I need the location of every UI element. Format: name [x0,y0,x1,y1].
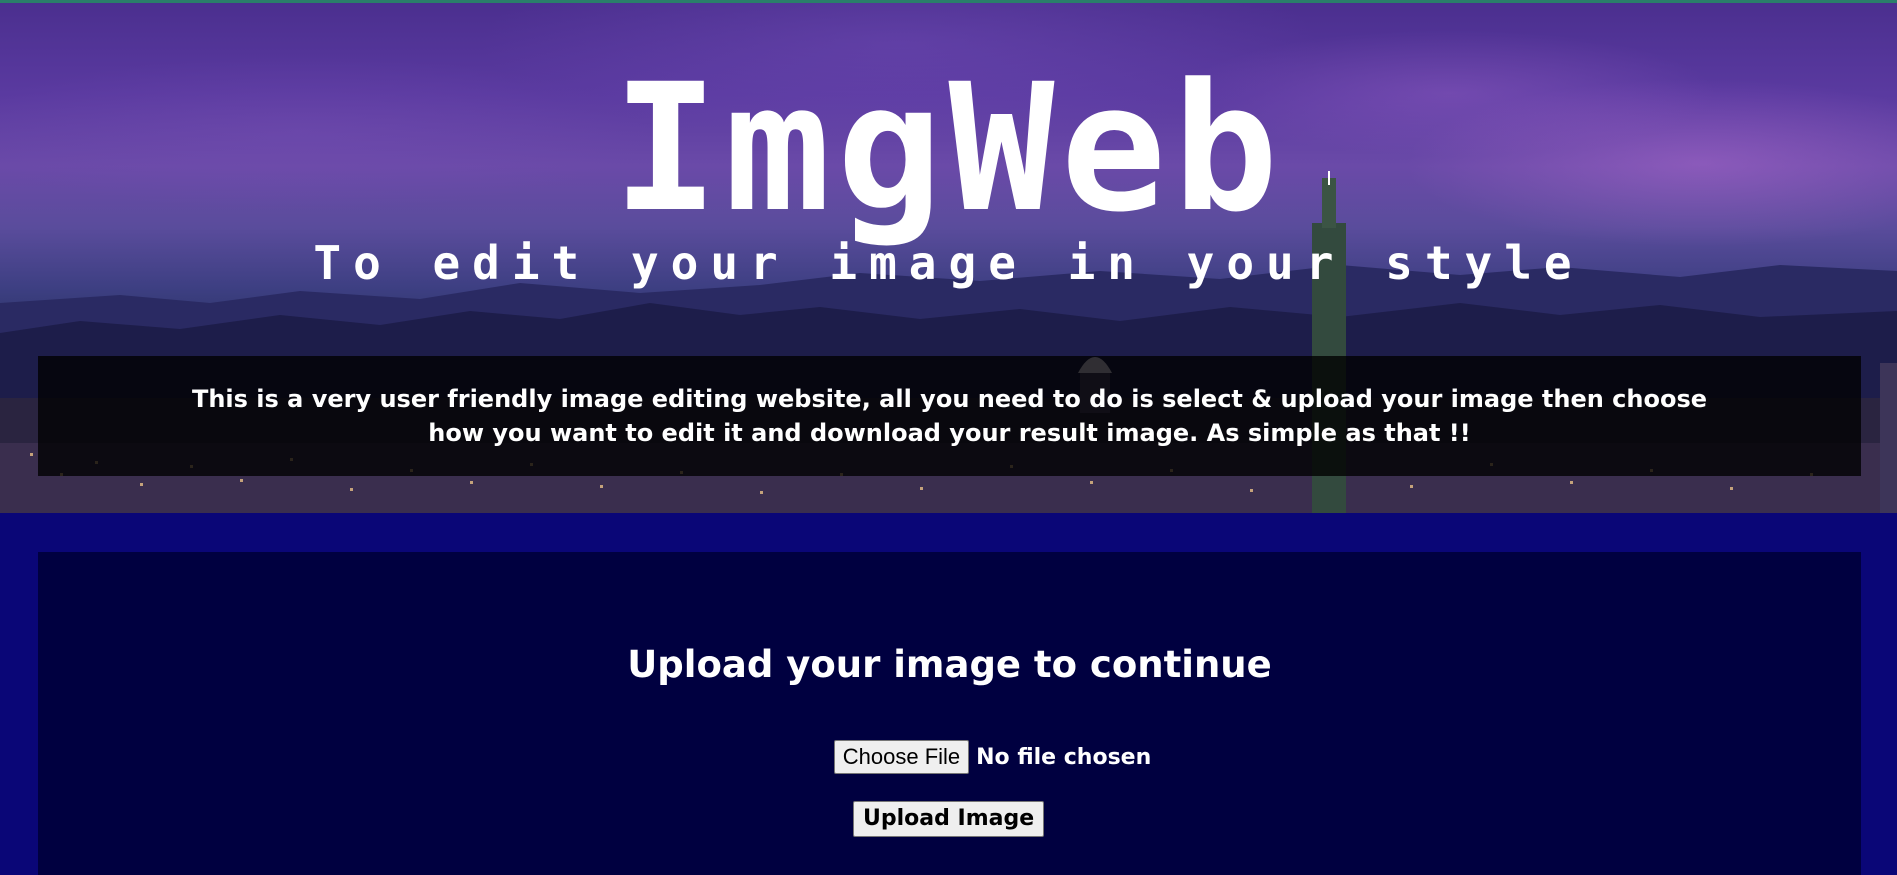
choose-file-button[interactable]: Choose File [833,740,970,774]
file-input-row: Choose File No file chosen [38,740,1861,774]
site-tagline: To edit your image in your style [313,236,1584,290]
upload-image-button[interactable]: Upload Image [853,801,1045,837]
upload-title: Upload your image to continue [627,643,1272,686]
intro-box: This is a very user friendly image editi… [38,356,1861,476]
intro-text: This is a very user friendly image editi… [191,385,1708,447]
site-logo: ImgWeb [612,46,1285,251]
hero-banner: ImgWeb To edit your image in your style … [0,3,1897,513]
upload-panel: Upload your image to continue Choose Fil… [38,552,1861,875]
file-status-label: No file chosen [976,744,1152,770]
